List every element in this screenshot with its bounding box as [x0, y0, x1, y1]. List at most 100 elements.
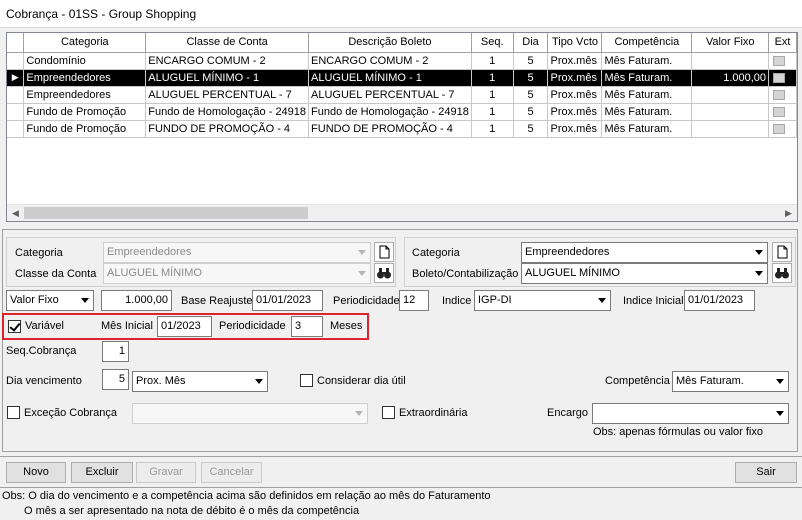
categoria-label-right: Categoria	[412, 247, 460, 259]
column-header-competencia[interactable]: Competência	[601, 33, 693, 53]
cell-valor	[691, 52, 770, 70]
column-header-dia[interactable]: Dia	[513, 33, 549, 53]
meses-label: Meses	[330, 320, 363, 332]
table-header-row: Categoria Classe de Conta Descrição Bole…	[7, 33, 797, 53]
document-icon	[777, 245, 788, 259]
window-titlebar: Cobrança - 01SS - Group Shopping	[0, 0, 802, 28]
search-button-left[interactable]	[374, 263, 394, 283]
chevron-down-icon	[351, 404, 367, 423]
new-document-button[interactable]	[374, 242, 394, 262]
valor-field[interactable]: 1.000,00	[101, 290, 172, 311]
tipo-vencimento-select[interactable]: Prox. Mês	[132, 371, 268, 392]
excecao-checkbox[interactable]	[7, 406, 20, 419]
cell-tipo: Prox.mês	[547, 86, 603, 104]
indice-inicial-field[interactable]: 01/01/2023	[684, 290, 755, 311]
categoria-select-left[interactable]: Empreendedores	[103, 242, 371, 263]
cell-ext[interactable]	[768, 69, 797, 87]
cell-ext[interactable]	[768, 52, 797, 70]
sair-button[interactable]: Sair	[735, 462, 797, 483]
column-header-categoria[interactable]: Categoria	[23, 33, 147, 53]
indice-inicial-label: Indice Inicial	[623, 295, 684, 307]
billing-grid[interactable]: Categoria Classe de Conta Descrição Bole…	[6, 32, 798, 222]
valor-tipo-value: Valor Fixo	[10, 294, 59, 306]
cell-ext[interactable]	[768, 103, 797, 121]
base-reajuste-label: Base Reajuste	[181, 295, 253, 307]
column-header-ext[interactable]: Ext	[768, 33, 797, 53]
indice-value: IGP-DI	[478, 294, 512, 306]
cell-seq: 1	[471, 69, 514, 87]
search-button-right[interactable]	[772, 263, 792, 283]
ext-button-icon[interactable]	[773, 55, 786, 66]
novo-button[interactable]: Novo	[6, 462, 66, 483]
table-row[interactable]: Fundo de Promoção Fundo de Homologação -…	[7, 103, 797, 121]
dia-vencimento-field[interactable]: 5	[102, 369, 129, 390]
indice-select[interactable]: IGP-DI	[474, 290, 611, 311]
ext-button-icon[interactable]	[773, 123, 786, 134]
document-icon	[379, 245, 390, 259]
variavel-label: Variável	[25, 320, 64, 332]
extraordinaria-label: Extraordinária	[399, 407, 468, 419]
base-reajuste-field[interactable]: 01/01/2023	[252, 290, 323, 311]
ext-button-icon[interactable]	[773, 89, 786, 100]
ext-button-icon[interactable]	[773, 106, 786, 117]
window-title: Cobrança - 01SS - Group Shopping	[6, 7, 197, 21]
indicator-header	[7, 33, 25, 53]
competencia-value: Mês Faturam.	[676, 375, 744, 387]
cancelar-button[interactable]: Cancelar	[201, 462, 262, 483]
horizontal-scrollbar[interactable]: ◀ ▶	[7, 204, 797, 221]
cell-seq: 1	[471, 86, 514, 104]
boleto-label: Boleto/Contabilização	[412, 268, 519, 280]
scroll-right-icon[interactable]: ▶	[780, 205, 797, 221]
new-document-button-right[interactable]	[772, 242, 792, 262]
column-header-tipo-vcto[interactable]: Tipo Vcto	[547, 33, 603, 53]
scroll-left-icon[interactable]: ◀	[7, 205, 24, 221]
obs-formula-text: Obs: apenas fórmulas ou valor fixo	[593, 426, 763, 438]
cell-dia: 5	[513, 69, 549, 87]
classe-conta-label: Classe da Conta	[15, 268, 97, 280]
chevron-down-icon	[751, 264, 767, 283]
chevron-down-icon	[354, 264, 370, 283]
boleto-select[interactable]: ALUGUEL MÍNIMO	[521, 263, 768, 284]
periodicidade-field[interactable]: 12	[399, 290, 429, 311]
mes-inicial-label: Mês Inicial	[101, 320, 153, 332]
excecao-select[interactable]	[132, 403, 368, 424]
seq-cobranca-field[interactable]: 1	[102, 341, 129, 362]
periodicidade-meses-field[interactable]: 3	[291, 316, 323, 337]
table-row-selected[interactable]: ▶ Empreendedores ALUGUEL MÍNIMO - 1 ALUG…	[7, 69, 797, 87]
dia-util-label: Considerar dia útil	[317, 375, 406, 387]
extraordinaria-checkbox[interactable]	[382, 406, 395, 419]
cell-valor	[691, 86, 770, 104]
chevron-down-icon	[354, 243, 370, 262]
excluir-button[interactable]: Excluir	[71, 462, 133, 483]
column-header-seq[interactable]: Seq.	[471, 33, 514, 53]
ext-button-icon[interactable]	[773, 72, 786, 83]
footer-note-2: O mês a ser apresentado na nota de débit…	[24, 505, 360, 517]
cell-tipo: Prox.mês	[547, 69, 603, 87]
table-row[interactable]: Condomínio ENCARGO COMUM - 2 ENCARGO COM…	[7, 52, 797, 70]
table-row[interactable]: Fundo de Promoção FUNDO DE PROMOÇÃO - 4 …	[7, 120, 797, 138]
dia-util-checkbox[interactable]	[300, 374, 313, 387]
tipo-vencimento-value: Prox. Mês	[136, 375, 186, 387]
column-header-descricao[interactable]: Descrição Boleto	[308, 33, 472, 53]
valor-tipo-select[interactable]: Valor Fixo	[6, 290, 94, 311]
column-header-classe[interactable]: Classe de Conta	[145, 33, 310, 53]
cell-ext[interactable]	[768, 120, 797, 138]
gravar-button[interactable]: Gravar	[136, 462, 196, 483]
scrollbar-thumb[interactable]	[24, 207, 308, 219]
column-header-valor-fixo[interactable]: Valor Fixo	[691, 33, 770, 53]
cell-dia: 5	[513, 120, 549, 138]
variavel-checkbox[interactable]	[8, 320, 21, 333]
mes-inicial-field[interactable]: 01/2023	[157, 316, 212, 337]
billing-table: Categoria Classe de Conta Descrição Bole…	[7, 33, 797, 138]
row-indicator	[7, 86, 25, 104]
cell-dia: 5	[513, 52, 549, 70]
competencia-select[interactable]: Mês Faturam.	[672, 371, 789, 392]
row-indicator	[7, 103, 25, 121]
table-row[interactable]: Empreendedores ALUGUEL PERCENTUAL - 7 AL…	[7, 86, 797, 104]
encargo-select[interactable]	[592, 403, 789, 424]
encargo-label: Encargo	[547, 407, 588, 419]
cell-ext[interactable]	[768, 86, 797, 104]
classe-conta-select[interactable]: ALUGUEL MÍNIMO	[103, 263, 371, 284]
categoria-select-right[interactable]: Empreendedores	[521, 242, 768, 263]
cell-descricao: ENCARGO COMUM - 2	[308, 52, 472, 70]
